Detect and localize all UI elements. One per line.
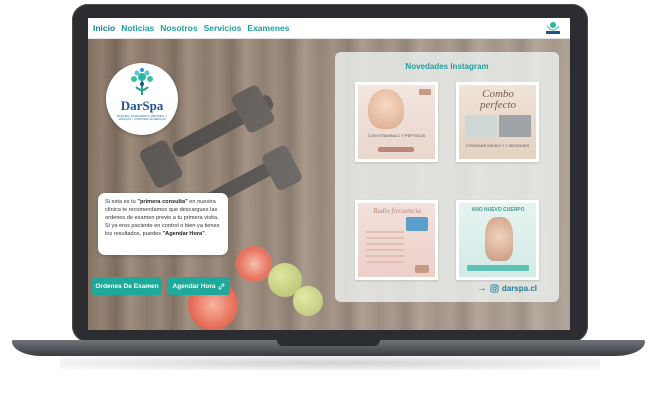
instagram-link[interactable]: → darspa.cl	[477, 283, 537, 294]
post-heading: Radio frecuencia	[373, 207, 421, 215]
instagram-title: Novedades Instagram	[405, 62, 489, 71]
nav-item-inicio[interactable]: Inicio	[93, 23, 115, 33]
info-highlight-first-visit: "primera consulta"	[137, 199, 188, 205]
top-navbar: Inicio Noticias Nosotros Servicios Exame…	[88, 18, 570, 39]
post-face-image	[368, 89, 404, 129]
brand-tagline: MASAJES, ALINEAMIENTO, ABDOMEN, Y ARRUGA…	[116, 115, 168, 122]
post-heading: ANO NUEVO CUERPO	[471, 207, 525, 213]
instagram-handle: darspa.cl	[501, 284, 537, 293]
schedule-button[interactable]: Agendar Hora	[168, 277, 230, 295]
post-pill	[378, 147, 414, 152]
post-heading: Combo perfecto	[479, 88, 517, 111]
info-text: .	[204, 231, 207, 237]
arrow-right-icon: →	[476, 283, 487, 294]
instagram-post[interactable]: Combo perfecto 2 RONDAS MICRO Y 2 SESION…	[456, 82, 539, 162]
screen: Inicio Noticias Nosotros Servicios Exame…	[88, 18, 570, 330]
brand-logo: DarSpa MASAJES, ALINEAMIENTO, ABDOMEN, Y…	[106, 63, 178, 135]
post-device-image	[406, 217, 428, 231]
brand-name: DarSpa	[120, 98, 164, 113]
exam-orders-label: Ordenes De Examen	[95, 282, 159, 290]
brand-logo-small[interactable]	[542, 20, 564, 36]
first-visit-info-card: Si esta es tu "primera consulta" en nues…	[98, 193, 228, 255]
instagram-post[interactable]: Radio frecuencia	[355, 200, 438, 280]
post-brand-mark	[415, 265, 429, 273]
link-icon	[219, 283, 225, 289]
instagram-icon	[490, 284, 499, 293]
info-highlight-schedule: "Agendar Hora"	[162, 231, 205, 237]
post-caption: 2 RONDAS MICRO Y 2 SESIONES	[465, 143, 530, 148]
laptop-shadow	[60, 356, 600, 370]
nav-item-noticias[interactable]: Noticias	[121, 23, 154, 33]
nav-item-nosotros[interactable]: Nosotros	[160, 23, 197, 33]
instagram-post[interactable]: CON VITAMINA C Y PEPTIDOS	[355, 82, 438, 162]
exam-orders-button[interactable]: Ordenes De Examen	[92, 277, 162, 295]
instagram-panel: Novedades Instagram CON VITAMINA C Y PEP…	[335, 52, 559, 302]
post-bar	[467, 265, 529, 271]
info-text: Si esta es tu	[105, 199, 138, 205]
nav-item-examenes[interactable]: Examenes	[247, 23, 289, 33]
instagram-post[interactable]: ANO NUEVO CUERPO	[456, 200, 539, 280]
nav-item-servicios[interactable]: Servicios	[204, 23, 242, 33]
post-list-lines	[366, 231, 404, 263]
post-photo	[465, 115, 497, 137]
schedule-label: Agendar Hora	[172, 282, 216, 290]
post-caption: CON VITAMINA C Y PEPTIDOS	[367, 133, 426, 138]
post-body-image	[485, 217, 513, 261]
post-brand-mark	[419, 89, 431, 95]
laptop-notch	[277, 340, 380, 346]
post-photo	[499, 115, 531, 137]
